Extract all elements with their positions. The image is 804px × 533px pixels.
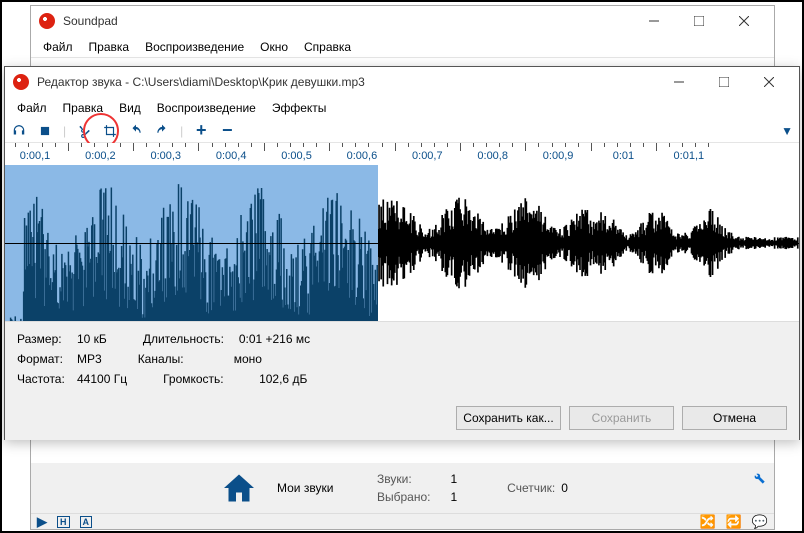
home-icon — [221, 470, 257, 506]
close-button[interactable] — [746, 68, 791, 96]
wrench-icon[interactable] — [750, 469, 766, 485]
undo-icon[interactable] — [128, 123, 144, 139]
dropdown-icon[interactable]: ▼ — [781, 124, 793, 138]
duration-label: Длительность: — [143, 332, 233, 346]
volume-value: 102,6 дБ — [259, 372, 307, 386]
info-panel: Размер: 10 кБ Длительность: 0:01 +216 мс… — [5, 321, 799, 396]
menu-file[interactable]: Файл — [9, 98, 55, 118]
zoom-out-icon[interactable]: − — [219, 123, 235, 139]
counter-value: 0 — [561, 481, 568, 495]
minimize-button[interactable] — [656, 68, 701, 96]
menubar: Файл Правка Воспроизведение Окно Справка — [31, 36, 774, 58]
editor-title: Редактор звука - C:\Users\diami\Desktop\… — [37, 75, 656, 89]
window-title: Soundpad — [63, 14, 631, 28]
h-button[interactable]: H — [57, 516, 70, 528]
maximize-button[interactable] — [701, 68, 746, 96]
save-as-button[interactable]: Сохранить как... — [456, 406, 561, 430]
selected-label: Выбрано: — [377, 490, 430, 504]
cancel-button[interactable]: Отмена — [682, 406, 787, 430]
freq-label: Частота: — [17, 372, 71, 386]
channels-label: Каналы: — [138, 352, 228, 366]
menu-file[interactable]: Файл — [35, 37, 81, 57]
save-button[interactable]: Сохранить — [569, 406, 674, 430]
app-logo-icon — [13, 74, 29, 90]
menu-effects[interactable]: Эффекты — [264, 98, 335, 118]
comment-icon[interactable]: 💬 — [752, 514, 768, 530]
sound-editor-window: Редактор звука - C:\Users\diami\Desktop\… — [4, 66, 800, 440]
shuffle-icon[interactable]: 🔀 — [699, 514, 715, 530]
menu-playback[interactable]: Воспроизведение — [149, 98, 264, 118]
format-label: Формат: — [17, 352, 71, 366]
menu-edit[interactable]: Правка — [55, 98, 112, 118]
format-value: MP3 — [77, 352, 102, 366]
cut-icon[interactable] — [76, 123, 92, 139]
editor-titlebar: Редактор звука - C:\Users\diami\Desktop\… — [5, 67, 799, 97]
stop-icon[interactable] — [37, 123, 53, 139]
menu-playback[interactable]: Воспроизведение — [137, 37, 252, 57]
channels-value: моно — [234, 352, 262, 366]
playbar: ▶ H A 🔀 🔁 💬 — [31, 513, 774, 529]
a-button[interactable]: A — [80, 516, 93, 528]
size-value: 10 кБ — [77, 332, 107, 346]
play-icon[interactable]: ▶ — [37, 514, 47, 530]
menu-help[interactable]: Справка — [296, 37, 359, 57]
timeline[interactable]: 0:00,10:00,20:00,30:00,40:00,50:00,60:00… — [5, 143, 799, 165]
selected-value: 1 — [450, 490, 457, 504]
close-button[interactable] — [721, 7, 766, 35]
button-row: Сохранить как... Сохранить Отмена — [5, 396, 799, 440]
toolbar: | | + − ▼ — [5, 119, 799, 143]
headphones-icon[interactable] — [11, 123, 27, 139]
menu-view[interactable]: Вид — [111, 98, 149, 118]
titlebar: Soundpad — [31, 6, 774, 36]
zero-line — [5, 243, 799, 244]
app-logo-icon — [39, 13, 55, 29]
size-label: Размер: — [17, 332, 71, 346]
editor-menubar: Файл Правка Вид Воспроизведение Эффекты — [5, 97, 799, 119]
counter-label: Счетчик: — [507, 481, 555, 495]
repeat-icon[interactable]: 🔁 — [726, 514, 742, 530]
window-controls — [631, 7, 766, 35]
freq-value: 44100 Гц — [77, 372, 127, 386]
sounds-value: 1 — [450, 472, 457, 486]
maximize-button[interactable] — [676, 7, 721, 35]
home-label: Мои звуки — [277, 481, 357, 495]
redo-icon[interactable] — [154, 123, 170, 139]
crop-icon[interactable] — [102, 123, 118, 139]
sound-list-row: Мои звуки Звуки: Выбрано: 1 1 Счетчик: 0 — [31, 463, 774, 513]
duration-value: 0:01 +216 мс — [239, 332, 310, 346]
zoom-in-icon[interactable]: + — [193, 123, 209, 139]
menu-edit[interactable]: Правка — [81, 37, 138, 57]
waveform-area[interactable] — [5, 165, 799, 321]
minimize-button[interactable] — [631, 7, 676, 35]
sounds-label: Звуки: — [377, 472, 412, 486]
menu-window[interactable]: Окно — [252, 37, 296, 57]
volume-label: Громкость: — [163, 372, 253, 386]
